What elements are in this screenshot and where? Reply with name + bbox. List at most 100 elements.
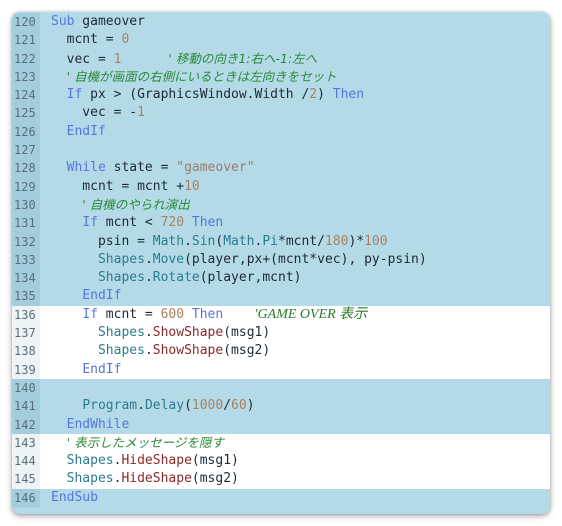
code-text: Shapes.Rotate(player,mcnt) <box>40 269 550 287</box>
code-token: px > (GraphicsWindow.Width / <box>82 87 310 103</box>
number-token: 10 <box>184 178 200 194</box>
line-number: 138 <box>12 342 40 361</box>
code-text: Shapes.HideShape(msg2) <box>40 470 550 488</box>
line-number: 124 <box>12 86 40 105</box>
line-number: 125 <box>12 104 40 123</box>
code-line[interactable]: 138 Shapes.ShowShape(msg2) <box>12 342 550 361</box>
code-line[interactable]: 140 <box>12 378 550 398</box>
keyword-token: Sub <box>51 14 75 29</box>
line-number: 120 <box>12 13 40 32</box>
code-text: Shapes.ShowShape(msg1) <box>40 324 550 342</box>
code-line[interactable]: 142 EndWhile <box>12 415 550 434</box>
code-line[interactable]: 126 EndIf <box>12 122 550 142</box>
keyword-token: Then <box>191 306 224 322</box>
code-line[interactable]: 146 EndSub <box>12 488 550 508</box>
code-token: . <box>144 343 153 359</box>
line-number: 129 <box>12 177 40 196</box>
code-lines: 120 Sub gameover 121 mcnt = 0 122 vec = 1 '… <box>12 13 550 508</box>
code-token: (msg2) <box>191 471 239 487</box>
code-line[interactable]: 131 If mcnt < 720 Then <box>12 214 550 233</box>
code-token: . <box>184 233 192 249</box>
code-line[interactable]: 135 EndIf <box>12 287 550 306</box>
code-line[interactable]: 133 Shapes.Move(player,px+(mcnt*vec), py… <box>12 250 550 270</box>
code-token: ) <box>246 398 255 414</box>
method-token: Move <box>152 251 185 267</box>
code-line[interactable]: 127 <box>12 141 550 160</box>
line-number: 128 <box>12 159 40 178</box>
code-text: vec = 1 ' 移動の向き1:右へ-1:左へ <box>40 50 550 68</box>
code-token: ( <box>184 398 192 414</box>
number-token: 720 <box>160 215 185 231</box>
code-text: While state = "gameover" <box>40 159 550 177</box>
code-line[interactable]: 123 ' 自機が画面の右側にいるときは左向きをセット <box>12 67 550 87</box>
keyword-token: EndIf <box>82 361 122 377</box>
code-token: gameover <box>74 14 145 29</box>
code-line[interactable]: 128 While state = "gameover" <box>12 159 550 178</box>
code-line[interactable]: 143 ' 表示したメッセージを隠す <box>12 433 550 453</box>
line-number: 139 <box>12 360 40 379</box>
method-token: HideShape <box>121 471 192 487</box>
code-line[interactable]: 132 psin = Math.Sin(Math.Pi*mcnt/180)*10… <box>12 232 550 251</box>
code-line[interactable]: 129 mcnt = mcnt +10 <box>12 177 550 196</box>
code-line[interactable]: 120 Sub gameover <box>12 13 550 32</box>
code-text: Sub gameover <box>40 13 550 31</box>
number-token: 2 <box>309 87 318 103</box>
code-line[interactable]: 122 vec = 1 ' 移動の向き1:右へ-1:左へ <box>12 49 550 68</box>
keyword-token: EndSub <box>51 489 98 505</box>
code-line[interactable]: 145 Shapes.HideShape(msg2) <box>12 470 550 489</box>
keyword-token: If <box>82 215 98 231</box>
code-line[interactable]: 134 Shapes.Rotate(player,mcnt) <box>12 269 550 288</box>
code-text: ' 自機のやられ演出 <box>40 196 550 214</box>
code-text: psin = Math.Sin(Math.Pi*mcnt/180)*100 <box>40 233 550 251</box>
code-text: EndSub <box>40 489 550 507</box>
number-token: 600 <box>160 306 185 322</box>
method-token: ShowShape <box>152 325 224 341</box>
code-token: ) <box>317 87 333 103</box>
code-line[interactable]: 130 ' 自機のやられ演出 <box>12 195 550 215</box>
code-line[interactable]: 125 vec = -1 <box>12 104 550 123</box>
code-token: mcnt < <box>97 215 161 231</box>
code-line[interactable]: 121 mcnt = 0 <box>12 31 550 50</box>
code-token: . <box>144 325 153 341</box>
class-token: Shapes <box>97 251 145 267</box>
code-line[interactable]: 136 If mcnt = 600 Then 'GAME OVER 表示 <box>12 305 550 325</box>
line-number: 142 <box>12 415 40 434</box>
line-number: 127 <box>12 141 40 160</box>
code-line[interactable]: 139 EndIf <box>12 360 550 379</box>
keyword-token: If <box>82 306 98 322</box>
code-token: (player,mcnt) <box>199 270 302 286</box>
class-token: Shapes <box>97 343 145 359</box>
code-line[interactable]: 144 Shapes.HideShape(msg1) <box>12 452 550 471</box>
code-token: vec = <box>51 51 114 67</box>
comment-token: ' 自機のやられ演出 <box>82 196 190 212</box>
line-number: 140 <box>12 378 40 398</box>
method-token: Rotate <box>152 270 200 286</box>
line-number: 130 <box>12 195 40 215</box>
code-token: / <box>223 398 232 414</box>
number-token: 100 <box>364 233 388 249</box>
line-number: 122 <box>12 49 40 68</box>
code-line[interactable]: 137 Shapes.ShowShape(msg1) <box>12 324 550 343</box>
line-number: 131 <box>12 214 40 233</box>
code-line[interactable]: 141 Program.Delay(1000/60) <box>12 397 550 416</box>
code-token: . <box>144 270 153 286</box>
code-text: mcnt = mcnt +10 <box>40 178 550 196</box>
code-line[interactable]: 124 If px > (GraphicsWindow.Width /2) Th… <box>12 86 550 105</box>
line-number: 123 <box>12 67 40 87</box>
class-token: Math <box>223 233 255 249</box>
code-editor-panel: 120 Sub gameover 121 mcnt = 0 122 vec = 1 '… <box>12 12 550 514</box>
code-text: ' 表示したメッセージを隠す <box>40 434 550 452</box>
line-number: 136 <box>12 305 40 325</box>
code-text: EndIf <box>40 287 550 305</box>
